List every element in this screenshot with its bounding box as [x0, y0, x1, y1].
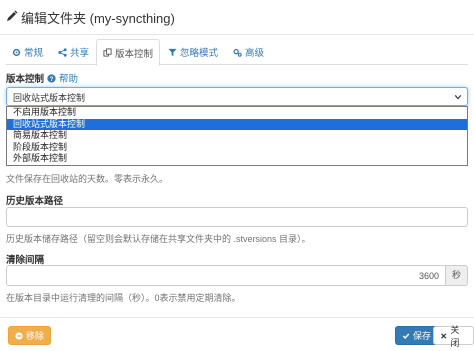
tab-advanced[interactable]: 高级	[227, 39, 270, 65]
versioning-label: 版本控制	[6, 74, 45, 85]
cleanout-help-text: 文件保存在回收站的天数。零表示永久。	[6, 174, 169, 184]
tab-label: 忽略模式	[180, 48, 219, 59]
save-label: 保存	[413, 331, 432, 341]
versions-path-label: 历史版本路径	[6, 196, 64, 207]
copy-icon	[103, 48, 112, 57]
select-value: 回收站式版本控制	[13, 93, 86, 103]
close-button[interactable]: 关闭	[433, 325, 474, 348]
cleanup-interval-help: 在版本目录中运行清理的间隔（秒）。0表示禁用定期清除。	[6, 293, 241, 303]
dropdown-option-selected[interactable]: 回收站式版本控制	[7, 118, 467, 131]
help-label: 帮助	[59, 74, 79, 85]
remove-button[interactable]: 移除	[8, 326, 52, 345]
seconds-unit-addon: 秒	[445, 265, 468, 286]
tab-versioning[interactable]: 版本控制	[96, 39, 161, 66]
tab-label: 高级	[245, 48, 265, 59]
remove-label: 移除	[26, 331, 45, 341]
tab-sharing[interactable]: 共享	[52, 39, 95, 65]
tab-general[interactable]: 常规	[6, 39, 49, 65]
close-icon	[441, 332, 447, 339]
tab-bar: 常规 共享 版本控制 忽略模式 高级	[6, 39, 468, 66]
tab-label: 共享	[70, 48, 90, 59]
gears-icon	[233, 48, 242, 57]
svg-text:?: ?	[50, 75, 54, 82]
dropdown-option[interactable]: 不启用版本控制	[7, 107, 467, 119]
tab-label: 常规	[24, 48, 44, 59]
save-button[interactable]: 保存	[395, 326, 439, 345]
dropdown-option[interactable]: 简易版本控制	[7, 130, 467, 142]
versions-path-input[interactable]	[6, 207, 468, 227]
question-circle-icon: ?	[47, 73, 56, 82]
cleanup-interval-group: 3600 秒	[6, 265, 468, 286]
chevron-down-icon	[454, 95, 462, 100]
dropdown-option[interactable]: 外部版本控制	[7, 153, 467, 165]
dropdown-option[interactable]: 阶段版本控制	[7, 142, 467, 154]
versioning-type-dropdown: 不启用版本控制 回收站式版本控制 简易版本控制 阶段版本控制 外部版本控制	[6, 106, 468, 166]
versioning-type-select[interactable]: 回收站式版本控制	[6, 87, 468, 106]
tab-label: 版本控制	[115, 48, 154, 60]
minus-circle-icon	[15, 331, 23, 340]
cleanup-interval-label: 清除间隔	[6, 255, 45, 266]
close-label: 关闭	[450, 324, 460, 348]
check-icon	[402, 333, 410, 339]
tab-ignore-patterns[interactable]: 忽略模式	[162, 39, 224, 65]
gear-icon	[12, 48, 21, 56]
cleanup-interval-input[interactable]: 3600	[6, 265, 446, 286]
modal-header: 编辑文件夹 (my-syncthing)	[0, 0, 474, 35]
pencil-icon	[7, 10, 18, 21]
filter-icon	[168, 48, 177, 56]
help-link[interactable]: ? 帮助	[47, 71, 78, 85]
share-icon	[58, 47, 67, 57]
versions-path-help: 历史版本储存路径（留空则会默认存储在共享文件夹中的 .stversions 目录…	[6, 234, 311, 244]
modal-footer: 移除 保存 关闭	[0, 317, 474, 351]
modal-title: 编辑文件夹 (my-syncthing)	[21, 11, 175, 26]
